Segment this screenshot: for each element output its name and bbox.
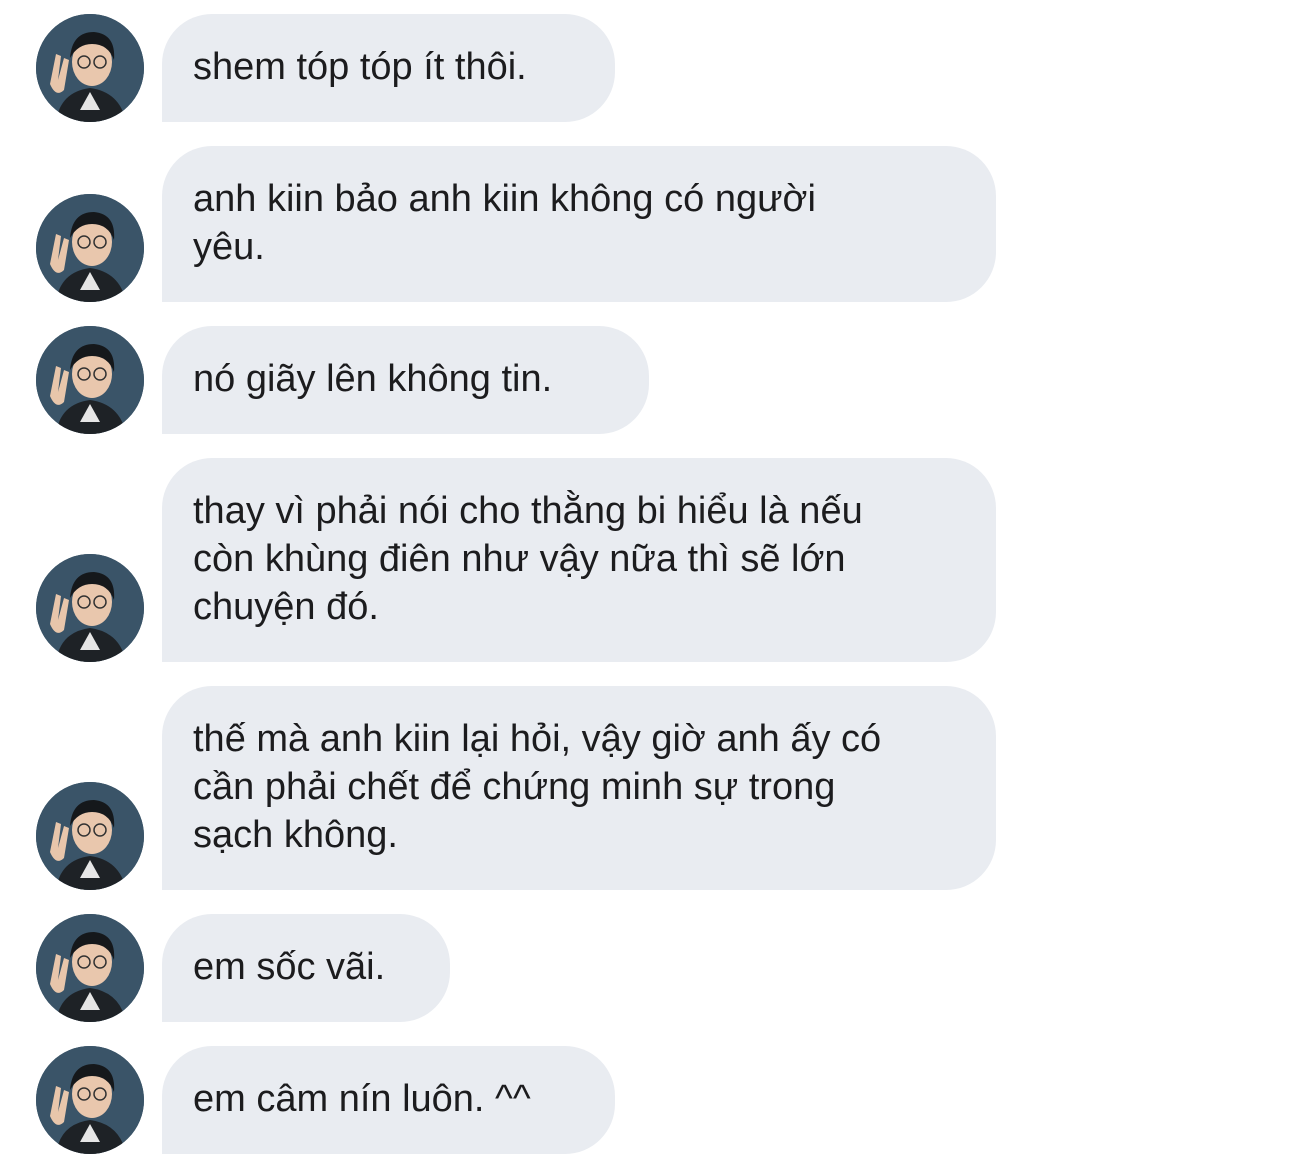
avatar[interactable] bbox=[36, 14, 144, 122]
avatar[interactable] bbox=[36, 782, 144, 890]
avatar-icon bbox=[36, 914, 144, 1022]
avatar[interactable] bbox=[36, 194, 144, 302]
message-bubble[interactable]: em sốc vãi. bbox=[162, 914, 450, 1022]
message-bubble[interactable]: em câm nín luôn. ^^ bbox=[162, 1046, 615, 1154]
message-bubble[interactable]: thay vì phải nói cho thằng bi hiểu là nế… bbox=[162, 458, 996, 662]
avatar[interactable] bbox=[36, 326, 144, 434]
avatar[interactable] bbox=[36, 554, 144, 662]
avatar-icon bbox=[36, 14, 144, 122]
message-bubble[interactable]: nó giãy lên không tin. bbox=[162, 326, 649, 434]
avatar[interactable] bbox=[36, 1046, 144, 1154]
avatar-icon bbox=[36, 554, 144, 662]
avatar-icon bbox=[36, 326, 144, 434]
avatar[interactable] bbox=[36, 914, 144, 1022]
avatar-icon bbox=[36, 1046, 144, 1154]
message-bubble[interactable]: shem tóp tóp ít thôi. bbox=[162, 14, 615, 122]
message-bubble[interactable]: anh kiin bảo anh kiin không có người yêu… bbox=[162, 146, 996, 302]
avatar-icon bbox=[36, 194, 144, 302]
message-bubble[interactable]: thế mà anh kiin lại hỏi, vậy giờ anh ấy … bbox=[162, 686, 996, 890]
avatar-icon bbox=[36, 782, 144, 890]
